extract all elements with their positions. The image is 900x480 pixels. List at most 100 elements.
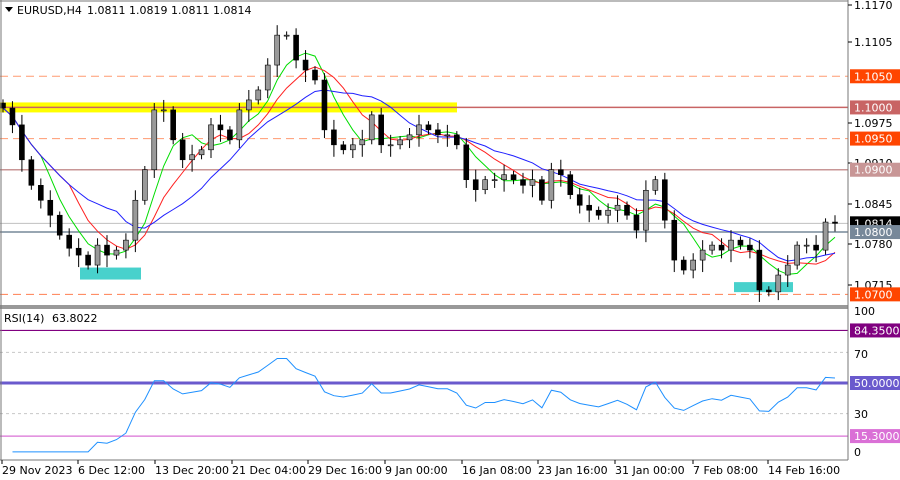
candle-body	[586, 204, 592, 211]
rsi-tick-label: 100	[854, 305, 875, 318]
candle-body	[671, 219, 678, 261]
time-tick-label: 21 Dec 04:00	[232, 464, 306, 477]
price-tick-label: 1.0845	[854, 198, 893, 211]
price-tick-label: 1.1105	[854, 36, 893, 49]
price-tick-label: 1.1170	[854, 0, 893, 12]
candle[interactable]	[794, 241, 800, 270]
rsi-level-tag-label: 84.3500	[854, 324, 900, 337]
candle-body	[709, 244, 715, 251]
candle[interactable]	[822, 218, 829, 255]
candle-body	[766, 289, 772, 293]
candle-body	[85, 254, 91, 266]
candle-body	[520, 179, 526, 186]
candle-body	[624, 204, 630, 216]
candle-body	[576, 194, 583, 206]
candle-body	[605, 209, 611, 216]
candle-body	[75, 247, 82, 256]
candle-body	[9, 107, 16, 126]
candle[interactable]	[567, 170, 574, 200]
candle-body	[463, 144, 470, 181]
candle-body	[142, 169, 148, 201]
candle-body	[491, 179, 498, 182]
candle-body	[208, 124, 214, 151]
support-zone-right	[734, 282, 793, 293]
candle-body	[94, 244, 101, 266]
rsi-level-tag-label: 50.0000	[854, 377, 900, 390]
candle-body	[680, 259, 687, 271]
candle-body	[699, 249, 706, 261]
candle[interactable]	[28, 156, 35, 190]
candle-body	[350, 144, 356, 151]
candle-body	[775, 274, 782, 293]
candle-body	[614, 204, 621, 211]
candle-body	[529, 179, 536, 186]
candle-body	[189, 154, 195, 161]
candle-body	[444, 134, 451, 137]
candle[interactable]	[321, 73, 328, 139]
trading-chart[interactable]: 1.11701.11051.09751.09101.08451.07801.07…	[0, 0, 900, 480]
rsi-tick-label: 30	[854, 408, 868, 421]
candle[interactable]	[142, 165, 148, 205]
candle-body	[132, 199, 139, 241]
price-level-tag-label: 1.0800	[854, 226, 893, 239]
candle-body	[425, 124, 432, 131]
candle-body	[38, 185, 44, 201]
time-tick-label: 29 Nov 2023	[2, 464, 72, 477]
time-tick-label: 23 Jan 16:00	[538, 464, 608, 477]
candle-body	[567, 174, 574, 195]
time-tick-label: 7 Feb 08:00	[693, 464, 758, 477]
price-level-tag-label: 1.0900	[854, 164, 893, 177]
candle-body	[340, 144, 347, 151]
price-tick-label: 1.0780	[854, 238, 893, 251]
rsi-value: 63.8022	[52, 312, 98, 325]
candle-body	[387, 144, 394, 147]
candle-body	[803, 244, 810, 247]
candle-body	[435, 129, 441, 136]
candle-body	[123, 239, 129, 251]
candle-body	[264, 64, 271, 91]
candle-body	[501, 174, 507, 181]
candle-body	[198, 149, 205, 156]
candle-body	[151, 109, 158, 171]
candle-body	[368, 114, 375, 141]
candle-body	[482, 179, 488, 190]
time-tick-label: 13 Dec 20:00	[155, 464, 229, 477]
candle-body	[832, 221, 838, 224]
candle-body	[302, 59, 309, 71]
time-tick-label: 31 Jan 00:00	[615, 464, 685, 477]
rsi-tick-label: 70	[854, 348, 868, 361]
candle[interactable]	[539, 175, 545, 205]
candle-body	[104, 244, 110, 256]
candle[interactable]	[662, 172, 668, 229]
candle-body	[312, 69, 318, 81]
candle-body	[56, 214, 63, 236]
candle-body	[539, 179, 545, 201]
candle[interactable]	[368, 111, 375, 145]
candle[interactable]	[56, 211, 63, 240]
candle-body	[255, 89, 262, 101]
candle-body	[397, 139, 403, 146]
candle[interactable]	[170, 106, 176, 145]
candle-body	[813, 244, 819, 251]
candle-body	[737, 239, 744, 246]
candle-body	[359, 139, 366, 146]
rsi-tick-label: 0	[854, 446, 861, 459]
candle-body	[406, 134, 413, 141]
price-level-tag-label: 1.0950	[854, 133, 893, 146]
candle-body	[179, 139, 186, 161]
candle-body	[19, 124, 25, 161]
candle-body	[236, 109, 243, 141]
candle-body	[283, 34, 290, 37]
candle-body	[662, 179, 668, 221]
rsi-title: RSI(14)	[4, 312, 44, 325]
candle-body	[595, 209, 602, 216]
candle-body	[227, 129, 233, 141]
panel-divider[interactable]	[0, 305, 848, 309]
price-tick-label: 1.0975	[854, 117, 893, 130]
candle-body	[416, 124, 422, 136]
candle[interactable]	[151, 103, 158, 178]
candle-body	[113, 249, 120, 256]
time-tick-label: 6 Dec 12:00	[78, 464, 145, 477]
time-tick-label: 16 Jan 08:00	[462, 464, 532, 477]
candle-body	[378, 114, 384, 146]
